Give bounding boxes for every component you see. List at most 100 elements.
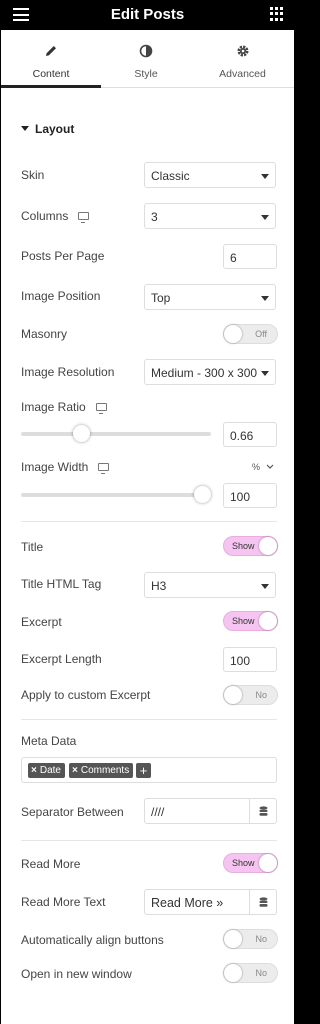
- tab-bar: Content Style Advanced: [1, 30, 294, 88]
- toggle-knob: [259, 854, 277, 872]
- chevron-down-icon: [266, 464, 273, 469]
- desktop-icon[interactable]: [78, 212, 90, 223]
- title-html-tag-label: Title HTML Tag: [21, 577, 102, 591]
- read-more-text-input[interactable]: Read More »: [144, 889, 250, 915]
- grid-icon[interactable]: [270, 7, 284, 21]
- image-resolution-select[interactable]: Medium - 300 x 300: [144, 359, 276, 385]
- excerpt-length-input[interactable]: 100: [223, 647, 277, 672]
- toggle-state: No: [255, 690, 267, 700]
- align-buttons-toggle[interactable]: No: [223, 929, 278, 949]
- toggle-state: Off: [255, 329, 267, 339]
- chevron-down-icon: [261, 174, 269, 179]
- title-html-tag-value: H3: [151, 579, 167, 593]
- excerpt-label: Excerpt: [21, 615, 62, 629]
- tab-content[interactable]: Content: [1, 30, 101, 88]
- image-ratio-label: Image Ratio: [21, 400, 86, 414]
- image-position-value: Top: [151, 291, 171, 305]
- skin-label: Skin: [21, 168, 45, 182]
- columns-select[interactable]: 3: [144, 203, 276, 229]
- tab-label: Advanced: [219, 68, 266, 80]
- caret-down-icon: [21, 126, 29, 131]
- image-width-slider[interactable]: [21, 486, 211, 503]
- meta-tag-comments[interactable]: × Comments: [69, 763, 134, 778]
- image-ratio-input[interactable]: 0.66: [223, 422, 277, 447]
- read-more-toggle[interactable]: Show: [223, 853, 278, 873]
- image-position-select[interactable]: Top: [144, 284, 276, 310]
- pencil-icon: [44, 44, 58, 61]
- columns-value: 3: [151, 210, 158, 224]
- remove-tag-icon[interactable]: ×: [31, 765, 37, 776]
- image-resolution-label: Image Resolution: [21, 365, 115, 379]
- slider-handle[interactable]: [194, 486, 211, 503]
- read-more-text-label: Read More Text: [21, 895, 106, 909]
- apply-custom-excerpt-toggle[interactable]: No: [223, 685, 278, 705]
- toggle-state: No: [255, 934, 267, 944]
- toggle-knob: [259, 537, 277, 555]
- toggle-knob: [224, 930, 242, 948]
- dynamic-tags-button[interactable]: [249, 889, 277, 915]
- divider: [21, 521, 277, 522]
- separator-between-input[interactable]: ////: [144, 798, 250, 824]
- title-toggle[interactable]: Show: [223, 536, 278, 556]
- toggle-knob: [224, 964, 242, 982]
- chevron-down-icon: [261, 296, 269, 301]
- tag-label: Date: [39, 765, 61, 776]
- image-resolution-value: Medium - 300 x 300: [151, 366, 258, 380]
- contrast-icon: [139, 44, 153, 61]
- tab-advanced[interactable]: Advanced: [191, 30, 294, 88]
- toggle-state: No: [255, 968, 267, 978]
- skin-value: Classic: [151, 169, 190, 183]
- database-icon: [259, 897, 268, 907]
- toggle-state: Show: [232, 858, 255, 868]
- editor-panel: Edit Posts Content Style Advanced Layout…: [1, 0, 294, 1024]
- desktop-icon[interactable]: [95, 403, 107, 414]
- toggle-knob: [224, 325, 242, 343]
- image-ratio-label-row: Image Ratio: [21, 400, 107, 414]
- toggle-knob: [259, 612, 277, 630]
- section-layout-header[interactable]: Layout: [21, 122, 74, 136]
- tab-style[interactable]: Style: [101, 30, 191, 88]
- chevron-down-icon: [261, 584, 269, 589]
- image-ratio-slider[interactable]: [21, 425, 211, 442]
- columns-label: Columns: [21, 209, 69, 223]
- dynamic-tags-button[interactable]: [249, 798, 277, 824]
- skin-select[interactable]: Classic: [144, 162, 276, 188]
- separator-between-label: Separator Between: [21, 805, 124, 819]
- panel-title: Edit Posts: [110, 6, 185, 23]
- excerpt-toggle[interactable]: Show: [223, 611, 278, 631]
- section-title: Layout: [35, 122, 75, 136]
- tag-label: Comments: [80, 765, 130, 776]
- slider-handle[interactable]: [73, 425, 90, 442]
- tab-label: Content: [32, 68, 70, 80]
- masonry-toggle[interactable]: Off: [223, 324, 278, 344]
- divider: [21, 840, 277, 841]
- toggle-state: Show: [232, 541, 255, 551]
- meta-data-field[interactable]: × Date × Comments +: [21, 757, 277, 783]
- database-icon: [259, 806, 268, 816]
- meta-data-label: Meta Data: [21, 734, 77, 748]
- posts-per-page-label: Posts Per Page: [21, 249, 105, 263]
- remove-tag-icon[interactable]: ×: [72, 765, 78, 776]
- title-html-tag-select[interactable]: H3: [144, 572, 276, 598]
- align-buttons-label: Automatically align buttons: [21, 933, 164, 947]
- chevron-down-icon: [261, 215, 269, 220]
- unit-selector[interactable]: %: [252, 462, 274, 472]
- title-label: Title: [21, 540, 44, 554]
- unit-value: %: [252, 462, 261, 472]
- top-bar: Edit Posts: [1, 0, 294, 30]
- gear-icon: [236, 44, 250, 61]
- posts-per-page-input[interactable]: 6: [223, 244, 277, 269]
- image-position-label: Image Position: [21, 289, 101, 303]
- chevron-down-icon: [261, 371, 269, 376]
- apply-custom-excerpt-label: Apply to custom Excerpt: [21, 688, 151, 702]
- image-width-input[interactable]: 100: [223, 483, 277, 508]
- new-window-toggle[interactable]: No: [223, 963, 278, 983]
- toggle-knob: [224, 686, 242, 704]
- masonry-label: Masonry: [21, 327, 68, 341]
- excerpt-length-label: Excerpt Length: [21, 652, 102, 666]
- meta-tag-date[interactable]: × Date: [28, 763, 65, 778]
- add-tag-button[interactable]: +: [136, 763, 151, 778]
- image-width-label-row: Image Width: [21, 460, 110, 474]
- image-width-label: Image Width: [21, 460, 89, 474]
- desktop-icon[interactable]: [98, 463, 110, 474]
